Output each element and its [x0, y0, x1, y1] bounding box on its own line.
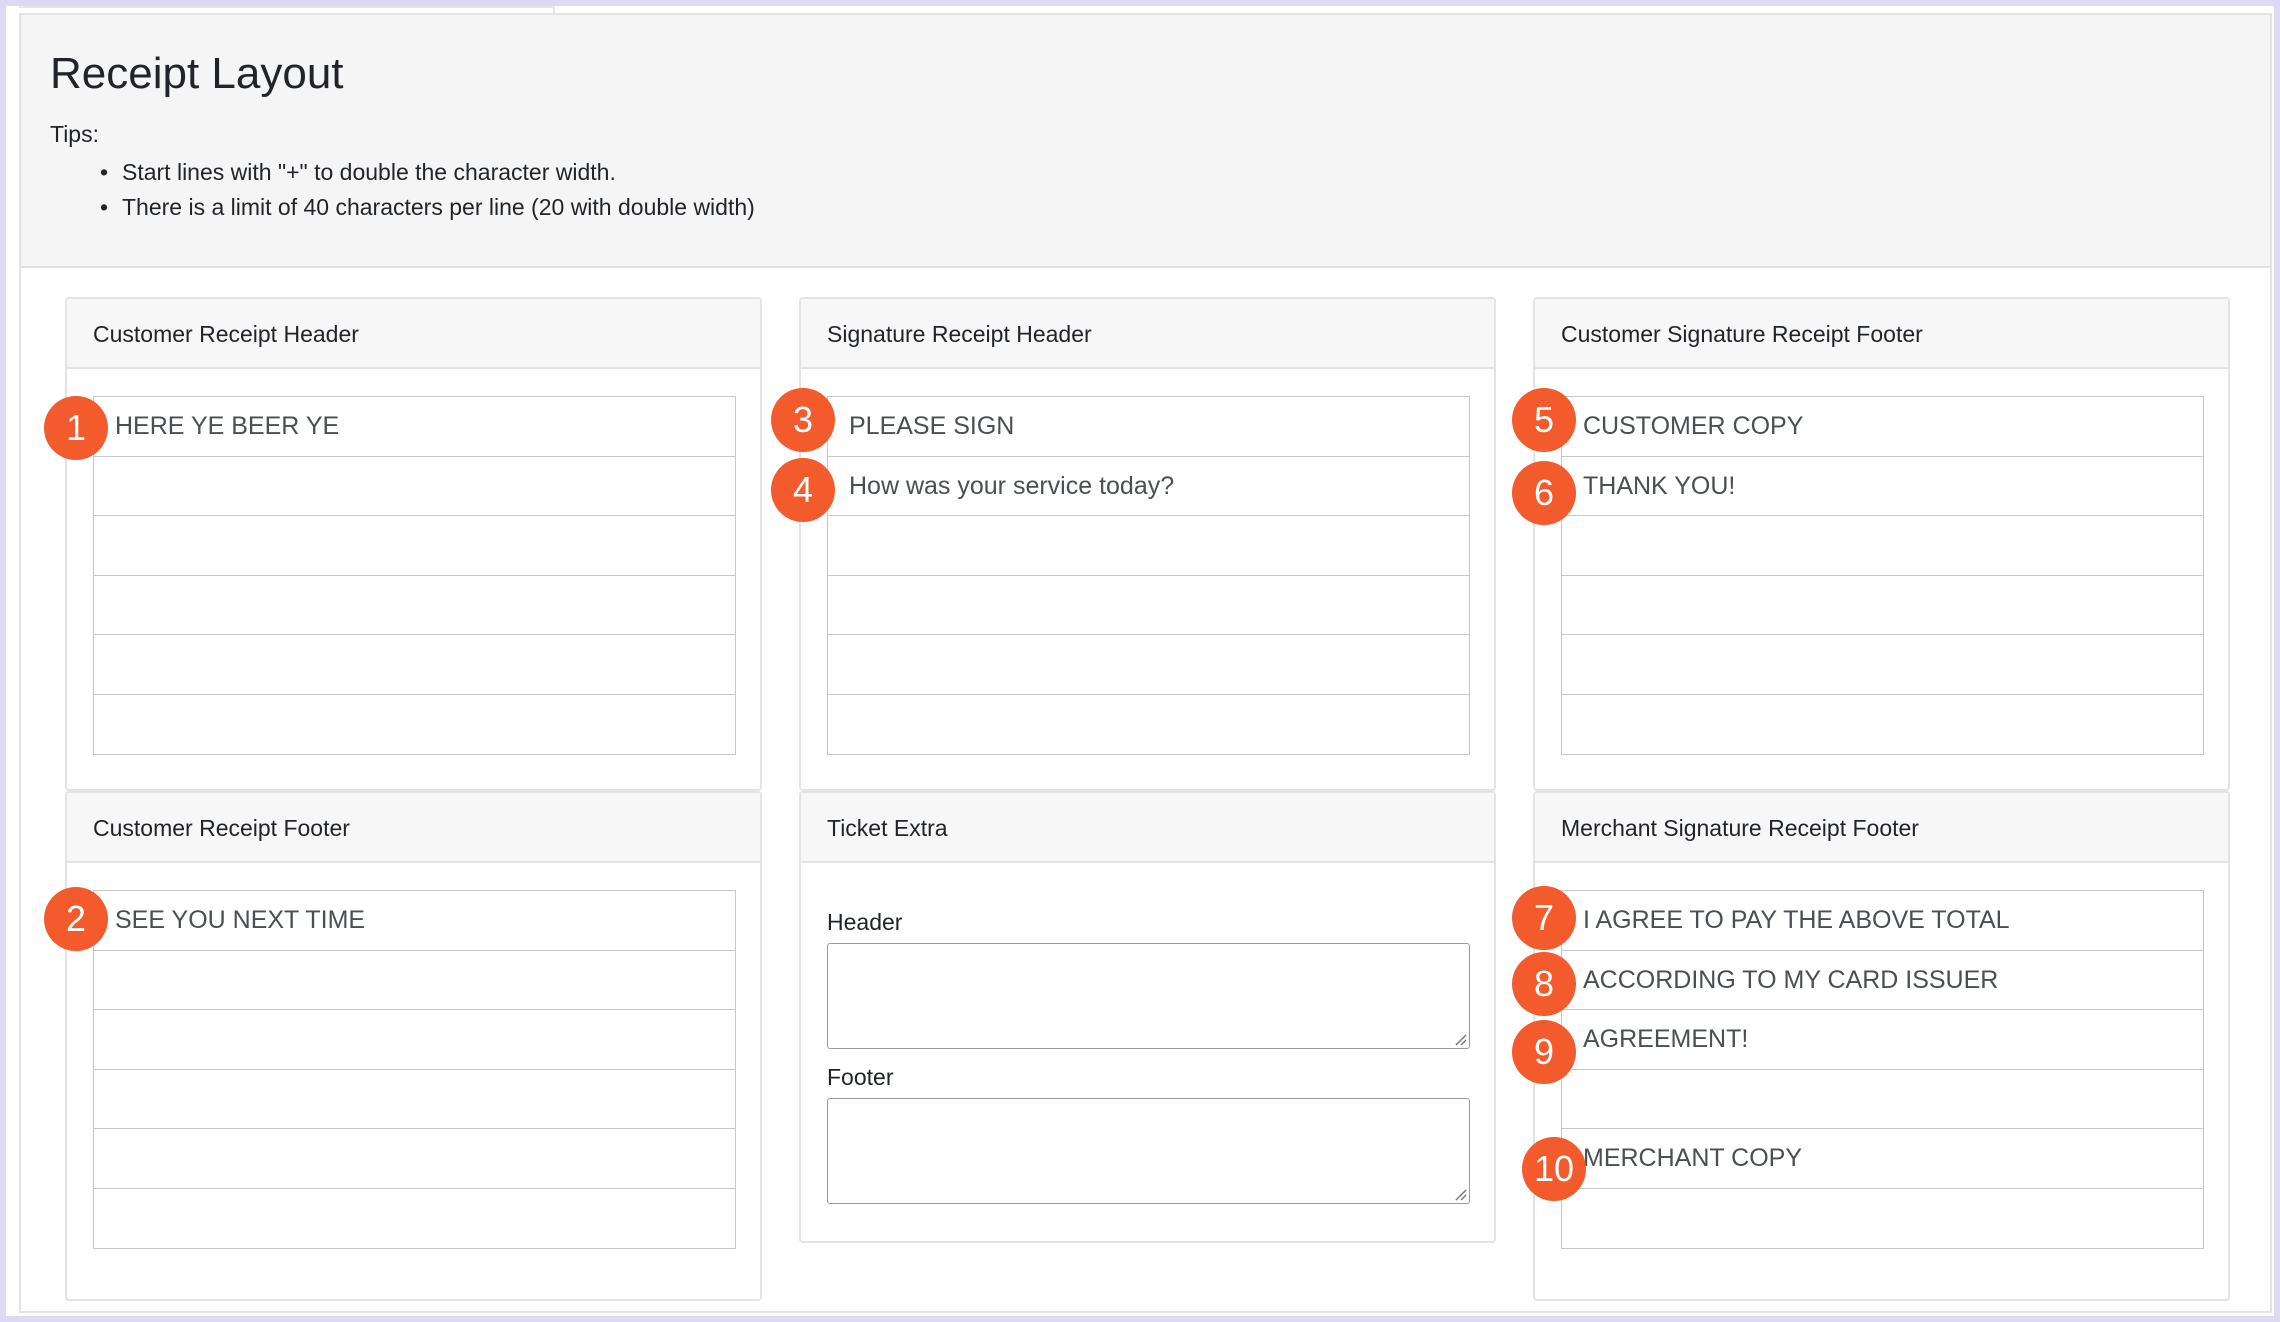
line-input[interactable] — [93, 634, 736, 695]
line-input[interactable]: AGREEMENT! — [1561, 1009, 2204, 1070]
line-input[interactable]: ACCORDING TO MY CARD ISSUER — [1561, 949, 2204, 1011]
ticket-extra-card: Ticket Extra Header Footer — [799, 791, 1496, 1243]
line-input[interactable]: HERE YE BEER YE — [93, 396, 736, 457]
signature-receipt-header-card: Signature Receipt Header PLEASE SIGN How… — [799, 297, 1496, 791]
tip-text: Start lines with "+" to double the chara… — [122, 159, 616, 185]
line-input[interactable] — [93, 1128, 736, 1189]
line-input[interactable] — [1561, 515, 2204, 576]
annotation-badge: 8 — [1512, 952, 1576, 1016]
line-input[interactable] — [93, 693, 736, 755]
line-input[interactable] — [93, 455, 736, 517]
annotation-badge: 9 — [1512, 1020, 1576, 1084]
annotation-badge: 7 — [1512, 886, 1576, 950]
line-input[interactable]: CUSTOMER COPY — [1561, 396, 2204, 457]
tab-edge — [19, 6, 555, 13]
merchant-signature-receipt-footer-card: Merchant Signature Receipt Footer I AGRE… — [1533, 791, 2230, 1301]
line-input[interactable]: I AGREE TO PAY THE ABOVE TOTAL — [1561, 890, 2204, 951]
line-input[interactable] — [93, 1009, 736, 1070]
annotation-badge: 2 — [44, 887, 108, 951]
line-inputs: SEE YOU NEXT TIME — [93, 890, 736, 1249]
card-title: Customer Receipt Footer — [67, 793, 760, 863]
tips-label: Tips: — [50, 121, 99, 147]
header-textarea[interactable] — [827, 943, 1470, 1049]
line-input[interactable] — [1561, 1068, 2204, 1130]
annotation-badge: 1 — [44, 396, 108, 460]
card-title: Merchant Signature Receipt Footer — [1535, 793, 2228, 863]
annotation-badge: 5 — [1512, 388, 1576, 452]
line-input[interactable] — [93, 1068, 736, 1130]
bullet-icon: • — [100, 194, 109, 220]
line-input[interactable]: PLEASE SIGN — [827, 396, 1470, 457]
card-title: Customer Receipt Header — [67, 299, 760, 369]
annotation-badge: 3 — [771, 388, 835, 452]
line-inputs: CUSTOMER COPY THANK YOU! — [1561, 396, 2204, 755]
resize-grip-icon[interactable] — [1453, 1187, 1467, 1201]
line-input[interactable] — [827, 515, 1470, 576]
customer-signature-receipt-footer-card: Customer Signature Receipt Footer CUSTOM… — [1533, 297, 2230, 791]
line-inputs: I AGREE TO PAY THE ABOVE TOTAL ACCORDING… — [1561, 890, 2204, 1249]
card-title: Ticket Extra — [801, 793, 1494, 863]
line-input[interactable]: MERCHANT COPY — [1561, 1128, 2204, 1189]
page-title: Receipt Layout — [50, 49, 344, 98]
card-title: Customer Signature Receipt Footer — [1535, 299, 2228, 369]
line-input[interactable]: SEE YOU NEXT TIME — [93, 890, 736, 951]
annotation-badge: 10 — [1522, 1137, 1586, 1201]
line-input[interactable]: How was your service today? — [827, 455, 1470, 517]
line-input[interactable]: THANK YOU! — [1561, 455, 2204, 517]
annotation-badge: 6 — [1512, 461, 1576, 525]
line-input[interactable] — [827, 634, 1470, 695]
line-input[interactable] — [93, 949, 736, 1011]
line-inputs: HERE YE BEER YE — [93, 396, 736, 755]
footer-textarea[interactable] — [827, 1098, 1470, 1204]
header-field-label: Header — [827, 909, 903, 935]
line-input[interactable] — [1561, 1187, 2204, 1249]
line-inputs: PLEASE SIGN How was your service today? — [827, 396, 1470, 755]
tips-list: • Start lines with "+" to double the char… — [21, 155, 755, 225]
line-input[interactable] — [93, 1187, 736, 1249]
bullet-icon: • — [100, 159, 109, 185]
line-input[interactable] — [1561, 574, 2204, 636]
line-input[interactable] — [93, 574, 736, 636]
tips-panel: Receipt Layout Tips: • Start lines with "… — [21, 15, 2270, 268]
line-input[interactable] — [827, 574, 1470, 636]
customer-receipt-header-card: Customer Receipt Header HERE YE BEER YE — [65, 297, 762, 791]
card-title: Signature Receipt Header — [801, 299, 1494, 369]
tip-item: • There is a limit of 40 characters per l… — [21, 190, 755, 225]
line-input[interactable] — [93, 515, 736, 576]
line-input[interactable] — [1561, 634, 2204, 695]
line-input[interactable] — [1561, 693, 2204, 755]
resize-grip-icon[interactable] — [1453, 1032, 1467, 1046]
receipt-layout-page: Receipt Layout Tips: • Start lines with "… — [19, 13, 2272, 1313]
line-input[interactable] — [827, 693, 1470, 755]
tip-item: • Start lines with "+" to double the char… — [21, 155, 755, 190]
customer-receipt-footer-card: Customer Receipt Footer SEE YOU NEXT TIM… — [65, 791, 762, 1301]
annotation-badge: 4 — [771, 458, 835, 522]
tip-text: There is a limit of 40 characters per li… — [122, 194, 755, 220]
footer-field-label: Footer — [827, 1064, 894, 1090]
